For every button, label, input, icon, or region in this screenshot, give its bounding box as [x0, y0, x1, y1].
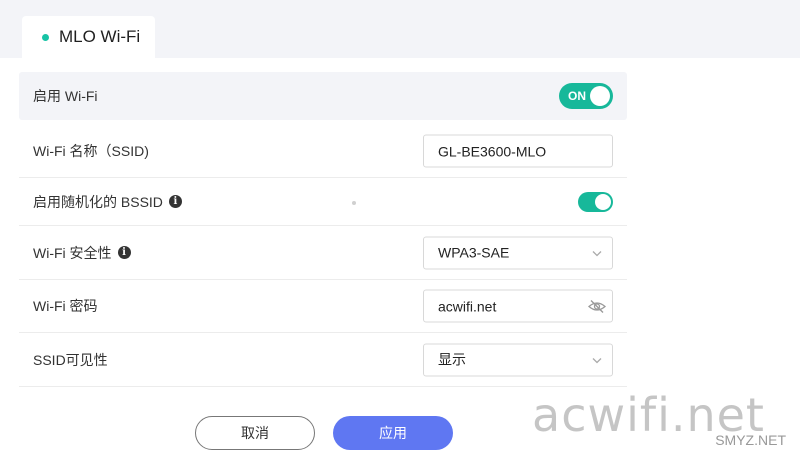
password-input[interactable]: acwifi.net [423, 289, 613, 323]
info-icon[interactable]: i [168, 195, 182, 208]
chevron-down-icon [592, 357, 602, 363]
tab-bar: MLO Wi-Fi [0, 0, 800, 58]
password-value: acwifi.net [438, 298, 497, 314]
password-label: Wi-Fi 密码 [33, 298, 98, 314]
ssid-visibility-select[interactable]: 显示 [423, 343, 613, 376]
row-security: Wi-Fi 安全性 i WPA3-SAE [19, 226, 627, 280]
security-value: WPA3-SAE [438, 244, 510, 261]
row-ssid-visibility: SSID可见性 显示 [19, 333, 627, 387]
row-random-bssid: 启用随机化的 BSSID i [19, 178, 627, 226]
ssid-input-wrap: GL-BE3600-MLO [423, 134, 613, 168]
security-select-wrap: WPA3-SAE [423, 236, 613, 269]
toggle-knob [590, 86, 610, 106]
watermark-secondary: SMYZ.NET [715, 432, 786, 448]
info-icon[interactable]: i [117, 246, 131, 259]
ssid-visibility-label: SSID可见性 [33, 351, 108, 368]
random-bssid-toggle[interactable] [578, 191, 613, 212]
password-input-wrap: acwifi.net [423, 289, 613, 323]
chevron-down-icon [592, 250, 602, 256]
security-select[interactable]: WPA3-SAE [423, 236, 613, 269]
enable-wifi-label: 启用 Wi-Fi [33, 88, 98, 104]
apply-button[interactable]: 应用 [333, 416, 453, 450]
tab-active-dot-icon [42, 33, 49, 41]
ssid-input[interactable]: GL-BE3600-MLO [423, 134, 613, 168]
eye-off-icon[interactable] [588, 299, 606, 315]
security-label: Wi-Fi 安全性 [33, 244, 112, 261]
random-bssid-label: 启用随机化的 BSSID [33, 193, 163, 210]
tab-mlo-wifi[interactable]: MLO Wi-Fi [22, 16, 155, 58]
enable-wifi-toggle[interactable]: ON [559, 83, 613, 109]
row-ssid: Wi-Fi 名称（SSID) GL-BE3600-MLO [19, 125, 627, 178]
ssid-value: GL-BE3600-MLO [438, 143, 547, 159]
tab-label: MLO Wi-Fi [59, 27, 141, 46]
ssid-visibility-select-wrap: 显示 [423, 343, 613, 376]
cancel-button[interactable]: 取消 [195, 416, 315, 450]
faint-dot [352, 201, 356, 205]
toggle-on-text: ON [568, 89, 586, 103]
random-bssid-label-wrap: 启用随机化的 BSSID i [33, 192, 182, 212]
row-password: Wi-Fi 密码 acwifi.net [19, 280, 627, 333]
ssid-label: Wi-Fi 名称（SSID) [33, 143, 149, 159]
toggle-knob [595, 193, 611, 210]
security-label-wrap: Wi-Fi 安全性 i [33, 243, 131, 263]
row-enable-wifi: 启用 Wi-Fi ON [19, 72, 627, 120]
ssid-visibility-value: 显示 [438, 351, 466, 368]
